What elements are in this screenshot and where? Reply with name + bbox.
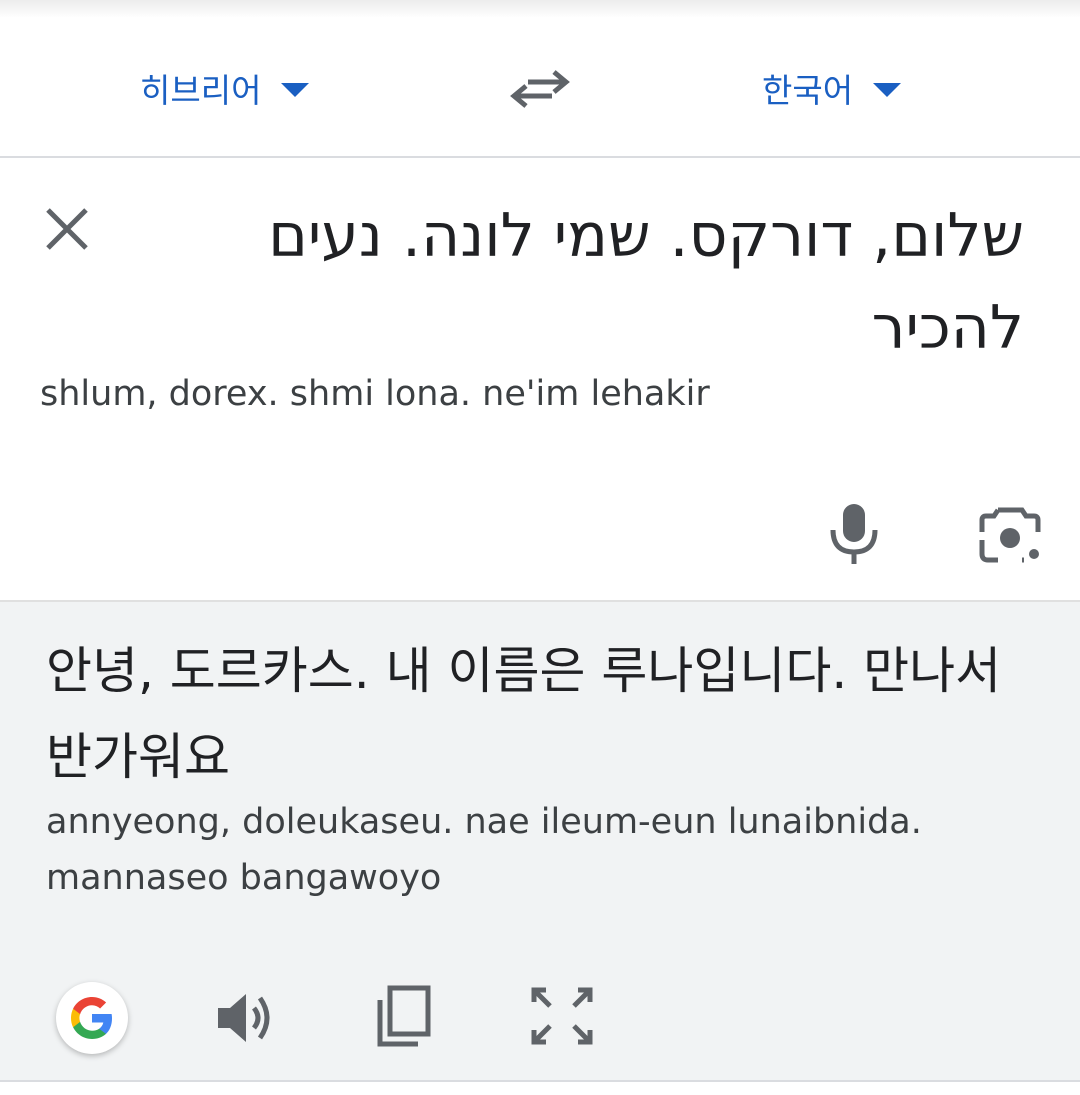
source-text[interactable]: שלום, דורקס. שמי לונה. נעים להכיר [164,190,1024,374]
status-bar-shadow [0,0,1080,18]
swap-arrows-icon[interactable] [508,64,572,112]
target-language-label: 한국어 [762,71,854,110]
chevron-down-icon [873,83,902,97]
lens-camera-icon[interactable] [978,504,1042,564]
source-transliteration: shlum, dorex. shmi lona. ne'im lehakir [40,374,710,414]
microphone-icon[interactable] [826,500,882,568]
source-language-selector[interactable]: 히브리어 [140,66,310,110]
language-bar: 히브리어 한국어 [0,18,1080,158]
chevron-down-icon [281,83,310,97]
source-input-panel[interactable]: שלום, דורקס. שמי לונה. נעים להכיר shlum,… [0,160,1080,600]
copy-icon[interactable] [372,984,436,1050]
close-icon[interactable] [40,202,94,256]
target-language-selector[interactable]: 한국어 [762,66,902,110]
google-g-icon [71,997,112,1039]
speaker-icon[interactable] [214,988,278,1048]
source-language-label: 히브리어 [140,71,262,110]
translated-text[interactable]: 안녕, 도르카스. 내 이름은 루나입니다. 만나서 반가워요 [46,628,1046,800]
translation-output-panel: 안녕, 도르카스. 내 이름은 루나입니다. 만나서 반가워요 annyeong… [0,600,1080,1082]
translated-transliteration: annyeong, doleukaseu. nae ileum-eun luna… [46,802,922,898]
fullscreen-icon[interactable] [530,986,594,1046]
google-button[interactable] [56,982,128,1054]
